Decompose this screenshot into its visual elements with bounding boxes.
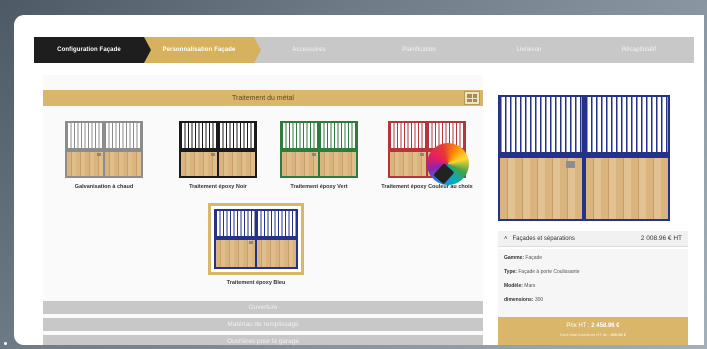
summary-details: Gamme: Façade Type: Façade à porte Couli… xyxy=(498,249,688,319)
gate-thumbnail xyxy=(214,209,298,269)
step-accessoires[interactable]: Accessoires xyxy=(254,37,371,63)
detail-modele: Modèle: Mars xyxy=(504,283,536,289)
step-planification[interactable]: Planification xyxy=(364,37,481,63)
option-label: Traitement époxy Vert xyxy=(290,184,348,190)
gate-preview-image xyxy=(498,95,670,221)
progress-stepper: Configuration Façade Personnalisation Fa… xyxy=(34,37,694,63)
configurator-window: Configuration Façade Personnalisation Fa… xyxy=(14,15,704,345)
customization-panel: Traitement du métal Galvanisation à chau… xyxy=(43,75,483,345)
gate-thumbnail xyxy=(65,121,143,178)
step-livraison[interactable]: Livraison xyxy=(474,37,591,63)
option-label: Traitement époxy Bleu xyxy=(226,280,286,286)
detail-gamme: Gamme: Façade xyxy=(504,255,543,261)
detail-type: Type: Façade à porte Coulissante xyxy=(504,269,580,275)
summary-heading-price: 2 008.96 € HT xyxy=(640,235,682,242)
option-galvanisation[interactable]: Galvanisation à chaud xyxy=(65,121,143,190)
supply-subtotal: Dont total fourniture HT de : 490.00 € xyxy=(560,332,626,337)
detail-dimensions: dimensions: 300 xyxy=(504,297,544,303)
accordion-materiau[interactable]: Matériau de remplissage xyxy=(43,318,483,331)
option-epoxy-vert[interactable]: Traitement époxy Vert xyxy=(280,121,358,190)
accordion-garage[interactable]: Ouvrières pour la garage xyxy=(43,335,483,345)
chevron-up-icon: ˄ xyxy=(504,235,508,242)
section-title: Traitement du métal xyxy=(232,94,294,102)
step-personnalisation-facade[interactable]: Personnalisation Façade xyxy=(144,37,261,63)
step-recapitulatif[interactable]: Récapitulatif xyxy=(584,37,694,63)
total-price-bar: Prix HT : 2 458.96 € Dont total fournitu… xyxy=(498,317,688,345)
option-epoxy-noir[interactable]: Traitement époxy Noir xyxy=(179,121,257,190)
gate-thumbnail xyxy=(280,121,358,178)
grid-view-icon[interactable] xyxy=(464,91,480,105)
option-label: Galvanisation à chaud xyxy=(74,184,134,190)
option-epoxy-bleu[interactable]: Traitement époxy Bleu xyxy=(214,209,298,286)
summary-title: Façades et séparations xyxy=(512,235,575,242)
accordion-ouverture[interactable]: Ouverture xyxy=(43,301,483,314)
summary-section-header[interactable]: ˄ Façades et séparations 2 008.96 € HT xyxy=(498,231,688,247)
gate-thumbnail xyxy=(179,121,257,178)
total-price: Prix HT : 2 458.96 € xyxy=(566,323,620,329)
option-label: Traitement époxy Noir xyxy=(189,184,247,190)
step-configuration-facade[interactable]: Configuration Façade xyxy=(34,37,151,63)
option-epoxy-couleur[interactable]: Traitement époxy Couleur au choix xyxy=(378,121,476,191)
summary-panel: ˄ Façades et séparations 2 008.96 € HT G… xyxy=(483,75,703,345)
option-label: Traitement époxy Couleur au choix xyxy=(381,184,473,190)
decorative-dot xyxy=(4,342,7,345)
section-header-treatment[interactable]: Traitement du métal xyxy=(43,90,483,106)
